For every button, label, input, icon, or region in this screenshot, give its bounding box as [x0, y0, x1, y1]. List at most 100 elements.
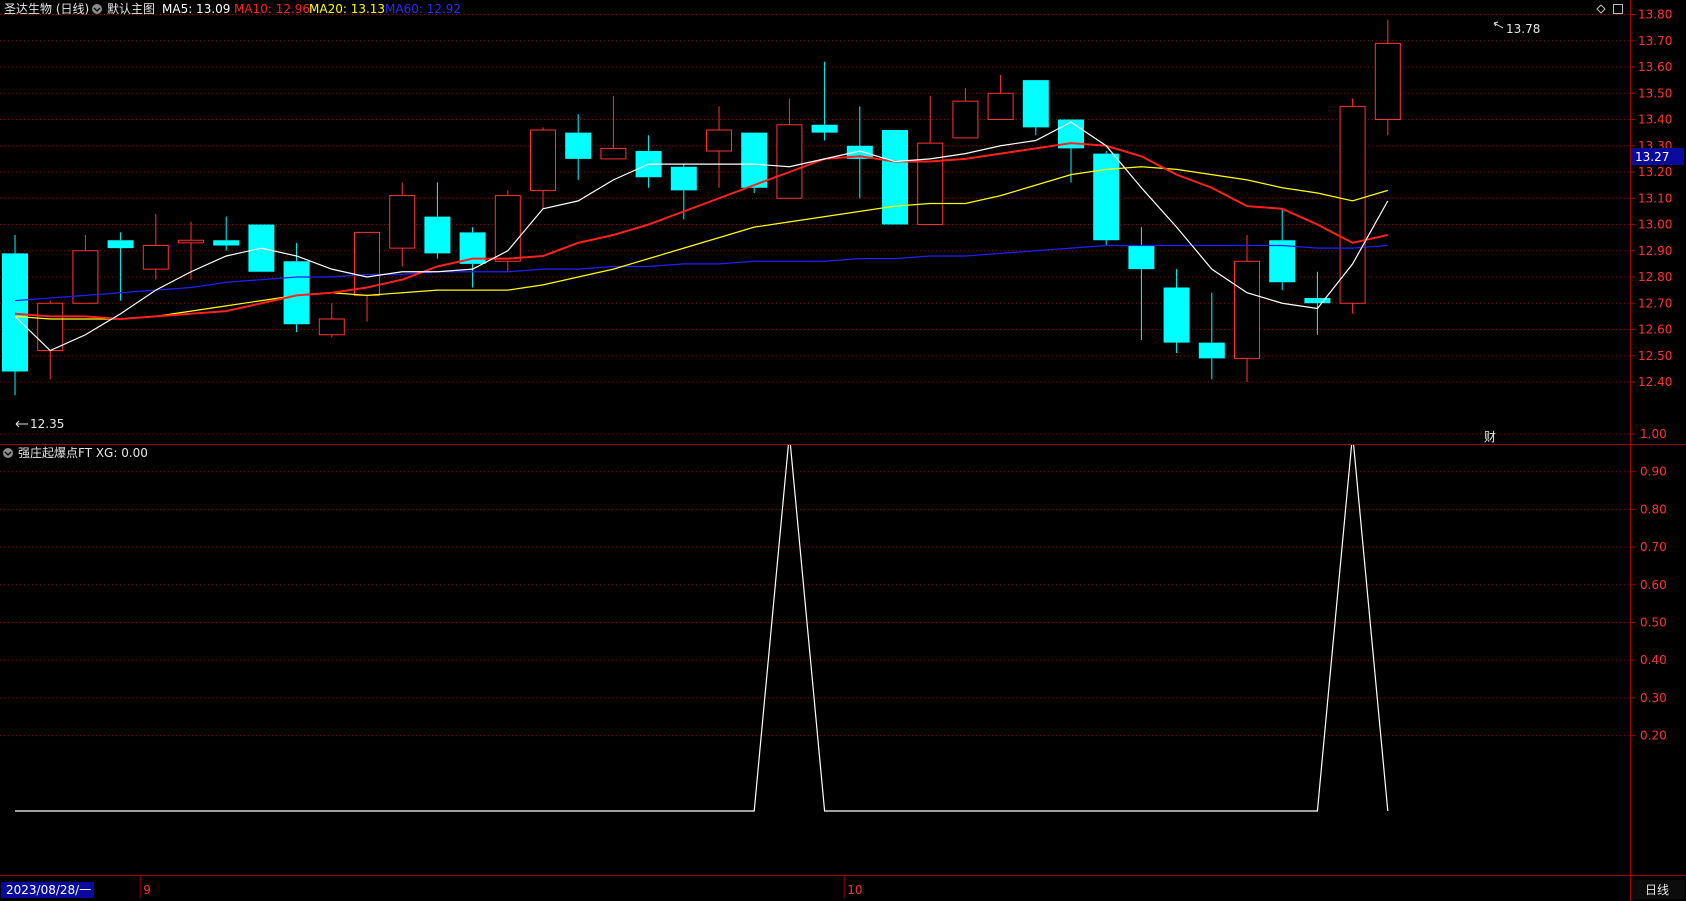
maximize-icon[interactable]	[1613, 4, 1623, 14]
price-tick-label: 13.40	[1638, 113, 1672, 127]
candle-body-up	[917, 142, 944, 225]
indicator-dropdown-icon[interactable]	[3, 448, 13, 458]
stock-chart[interactable]: 圣达生物 (日线) 默认主图 MA5: 13.09 MA10: 12.96 MA…	[0, 0, 1686, 901]
indicator-grid	[0, 433, 1630, 737]
candle-body-up	[318, 318, 345, 336]
candle[interactable]	[741, 132, 768, 193]
candle[interactable]	[213, 216, 240, 251]
high-arrow-icon	[1493, 21, 1504, 29]
candle[interactable]	[424, 182, 451, 259]
candle[interactable]	[600, 95, 627, 160]
candle[interactable]	[952, 88, 979, 139]
diamond-icon[interactable]	[1596, 4, 1606, 14]
candle-body-down	[1304, 298, 1331, 304]
candle-body-down	[811, 124, 838, 133]
candle-body-down	[1128, 245, 1155, 270]
candle[interactable]	[1339, 98, 1366, 314]
price-tick-label: 13.00	[1638, 218, 1672, 232]
candles[interactable]	[2, 19, 1401, 396]
candle-body-down	[741, 132, 768, 188]
candle[interactable]	[459, 227, 486, 288]
indicator-tick-label: 0.70	[1640, 540, 1667, 554]
current-price-value: 13.27	[1635, 150, 1669, 164]
panel-controls	[1596, 4, 1623, 14]
candle-body-down	[565, 132, 592, 159]
candle[interactable]	[530, 127, 556, 209]
candle[interactable]	[565, 114, 592, 180]
indicator-axis: 1.00 0.90 0.80 0.70 0.60 0.50 0.40 0.30 0.20	[1630, 427, 1667, 743]
price-tick-label: 13.70	[1638, 34, 1672, 48]
indicator-header: 强庄起爆点FT XG: 0.00	[3, 445, 148, 460]
template-dropdown[interactable]: 默认主图	[92, 1, 155, 16]
indicator-tick-label: 0.50	[1640, 616, 1667, 630]
ma20-legend: MA20: 13.13	[309, 2, 385, 16]
high-annotation: 13.78	[1493, 21, 1540, 36]
finance-marker[interactable]: 财	[1484, 430, 1496, 444]
candle-body-down	[670, 166, 697, 191]
candle[interactable]	[776, 98, 803, 199]
ma5-legend: MA5: 13.09	[162, 2, 230, 16]
candle-body-down	[1022, 80, 1049, 128]
price-tick-label: 13.50	[1638, 86, 1672, 100]
candle-body-up	[142, 245, 169, 270]
price-tick-label: 12.60	[1638, 323, 1672, 337]
dropdown-icon[interactable]	[92, 4, 102, 14]
period-label[interactable]: 日线	[1645, 883, 1669, 897]
price-tick-label: 12.70	[1638, 296, 1672, 310]
candle-body-down	[882, 130, 908, 225]
price-tick-label: 12.40	[1638, 375, 1672, 389]
candle[interactable]	[1093, 151, 1120, 246]
candle[interactable]	[107, 232, 134, 301]
indicator-tick-label: 0.60	[1640, 578, 1667, 592]
candle-body-up	[530, 129, 556, 191]
price-tick-label: 12.90	[1638, 244, 1672, 258]
candle-body-up	[952, 100, 979, 139]
candle-body-down	[283, 261, 310, 325]
candle[interactable]	[142, 214, 169, 280]
candle-body-down	[107, 240, 134, 249]
candle-body-down	[213, 240, 240, 246]
candle-body-up	[987, 92, 1014, 120]
candle[interactable]	[706, 106, 732, 188]
candle[interactable]	[318, 303, 345, 338]
candle[interactable]	[882, 130, 908, 225]
candle[interactable]	[846, 106, 873, 199]
candle[interactable]	[635, 135, 662, 188]
low-price-label: 12.35	[30, 417, 64, 431]
price-tick-label: 13.20	[1638, 165, 1672, 179]
template-label[interactable]: 默认主图	[107, 1, 155, 16]
candle[interactable]	[1374, 19, 1401, 136]
candle[interactable]	[1163, 269, 1190, 354]
candle-body-down	[2, 253, 28, 372]
candle-body-down	[1163, 287, 1190, 343]
candle[interactable]	[37, 300, 64, 380]
candle[interactable]	[1269, 208, 1296, 291]
indicator-tick-label: 0.90	[1640, 465, 1667, 479]
candle[interactable]	[389, 182, 416, 267]
price-axis: 13.8013.7013.6013.5013.4013.3013.2013.10…	[1630, 8, 1672, 389]
candle-body-down	[424, 216, 451, 254]
price-tick-label: 12.50	[1638, 349, 1672, 363]
candle[interactable]	[178, 221, 204, 280]
candle[interactable]	[1022, 80, 1049, 136]
candle[interactable]	[1234, 235, 1260, 382]
indicator-tick-label: 0.40	[1640, 653, 1667, 667]
candle[interactable]	[1304, 271, 1331, 335]
candle[interactable]	[811, 61, 838, 141]
current-price-tag: 13.27	[1631, 148, 1684, 165]
candle[interactable]	[1128, 227, 1155, 340]
candle-body-up	[1374, 42, 1401, 120]
price-tick-label: 12.80	[1638, 270, 1672, 284]
month-label: 9	[143, 883, 151, 897]
stock-title[interactable]: 圣达生物 (日线)	[4, 2, 89, 16]
ma10-legend: MA10: 12.96	[234, 2, 310, 16]
candle[interactable]	[1198, 292, 1225, 380]
indicator-tick-label: 0.30	[1640, 691, 1667, 705]
candle-body-up	[37, 302, 64, 351]
candle[interactable]	[987, 74, 1014, 120]
candle[interactable]	[72, 235, 99, 304]
high-price-label: 13.78	[1506, 22, 1540, 36]
low-arrow-icon	[15, 420, 28, 428]
candle-body-down	[1198, 342, 1225, 359]
indicator-title[interactable]: 强庄起爆点FT XG: 0.00	[18, 445, 148, 460]
